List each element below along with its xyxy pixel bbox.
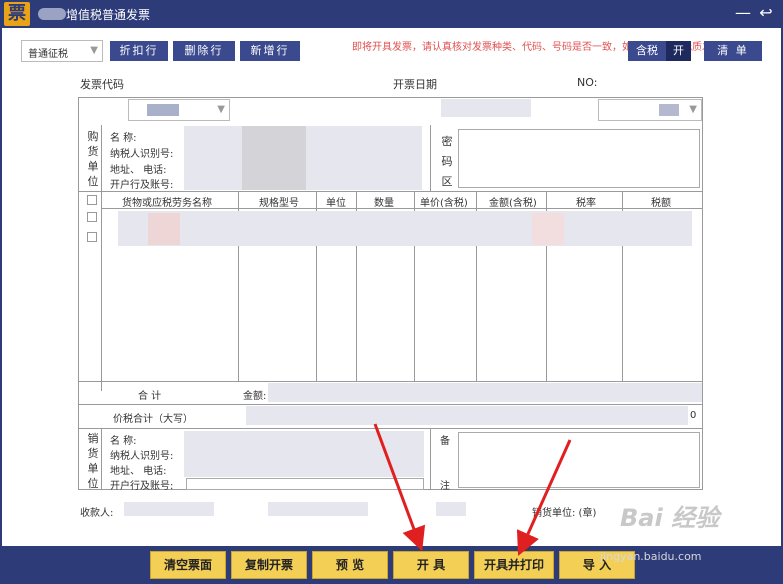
annotation-arrows <box>373 423 572 556</box>
arrow-to-issue <box>373 423 426 552</box>
arrow-to-issue-print <box>516 439 572 556</box>
